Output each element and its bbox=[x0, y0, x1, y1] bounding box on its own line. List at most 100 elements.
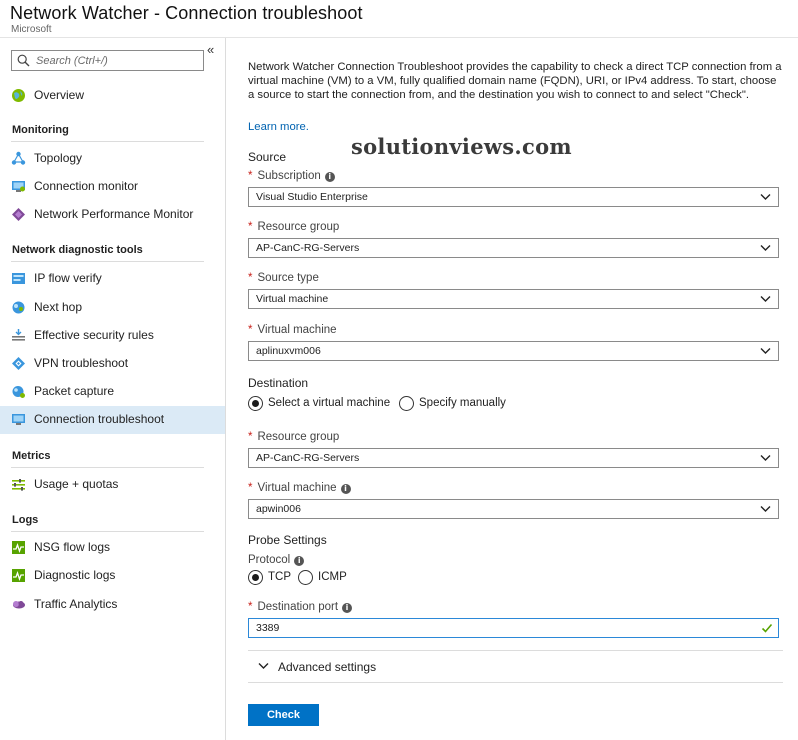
chevron-down-icon bbox=[760, 455, 771, 461]
sidebar-item-label: Next hop bbox=[34, 300, 83, 314]
required-asterisk: * bbox=[248, 482, 253, 494]
page-subtitle: Microsoft bbox=[11, 24, 52, 35]
info-icon[interactable]: i bbox=[294, 556, 305, 566]
collapse-sidebar-icon[interactable]: « bbox=[207, 42, 214, 57]
dropdown-value: Virtual machine bbox=[256, 293, 329, 305]
resource-group-label: * Resource group bbox=[248, 221, 340, 233]
advanced-settings-toggle[interactable]: Advanced settings bbox=[248, 650, 783, 683]
chevron-down-icon bbox=[760, 348, 771, 354]
radio-specify-manually[interactable]: Specify manually bbox=[399, 395, 514, 413]
check-button[interactable]: Check bbox=[248, 704, 319, 726]
sidebar-item-label: Effective security rules bbox=[34, 328, 154, 342]
advanced-settings-label: Advanced settings bbox=[278, 660, 377, 674]
required-asterisk: * bbox=[248, 324, 253, 336]
diamond-icon bbox=[12, 208, 25, 221]
destination-virtual-machine-label: * Virtual machine i bbox=[248, 482, 351, 494]
blade-header: Network Watcher - Connection troubleshoo… bbox=[0, 0, 798, 38]
page-title: Network Watcher - Connection troubleshoo… bbox=[10, 3, 363, 23]
info-icon[interactable]: i bbox=[340, 484, 351, 494]
destination-resource-group-dropdown[interactable]: AP-CanC-RG-Servers bbox=[248, 448, 779, 468]
sidebar-item-ip-flow-verify[interactable]: IP flow verify bbox=[0, 265, 225, 293]
source-type-dropdown[interactable]: Virtual machine bbox=[248, 289, 779, 309]
radio-label: Select a virtual machine bbox=[268, 397, 391, 409]
sidebar-item-label: Usage + quotas bbox=[34, 477, 119, 491]
section-title-network-diagnostic-tools: Network diagnostic tools bbox=[12, 244, 143, 256]
nsg-logs-icon bbox=[12, 541, 25, 554]
sidebar-item-packet-capture[interactable]: Packet capture bbox=[0, 378, 225, 406]
section-divider bbox=[11, 261, 204, 262]
radio-label: Specify manually bbox=[419, 397, 506, 409]
chevron-down-icon bbox=[760, 194, 771, 200]
section-divider bbox=[11, 531, 204, 532]
sidebar-item-overview[interactable]: Overview bbox=[0, 82, 225, 110]
packet-capture-icon bbox=[12, 386, 25, 398]
search-box[interactable] bbox=[11, 50, 204, 71]
radio-indicator bbox=[399, 396, 414, 411]
chevron-down-icon bbox=[760, 296, 771, 302]
sidebar-item-effective-security-rules[interactable]: Effective security rules bbox=[0, 322, 225, 350]
radio-label: ICMP bbox=[318, 571, 347, 583]
radio-label: TCP bbox=[268, 571, 291, 583]
section-title-metrics: Metrics bbox=[12, 450, 51, 462]
usage-icon bbox=[12, 479, 25, 491]
sidebar-item-label: Overview bbox=[34, 88, 85, 102]
source-virtual-machine-label: * Virtual machine bbox=[248, 324, 337, 336]
sidebar-item-label: IP flow verify bbox=[34, 271, 102, 285]
destination-port-input[interactable] bbox=[256, 622, 736, 634]
destination-resource-group-label: * Resource group bbox=[248, 431, 340, 443]
chevron-down-icon bbox=[760, 245, 771, 251]
source-resource-group-dropdown[interactable]: AP-CanC-RG-Servers bbox=[248, 238, 779, 258]
monitor-icon bbox=[12, 181, 25, 192]
source-virtual-machine-dropdown[interactable]: aplinuxvm006 bbox=[248, 341, 779, 361]
chevron-down-icon bbox=[258, 663, 269, 669]
required-asterisk: * bbox=[248, 431, 253, 443]
connection-troubleshoot-icon bbox=[12, 414, 25, 425]
sidebar-item-topology[interactable]: Topology bbox=[0, 145, 225, 173]
destination-port-label: * Destination port i bbox=[248, 601, 353, 613]
radio-indicator bbox=[248, 396, 263, 411]
topology-icon bbox=[11, 151, 26, 165]
sidebar-item-diagnostic-logs[interactable]: Diagnostic logs bbox=[0, 562, 225, 590]
sidebar-item-connection-troubleshoot[interactable]: Connection troubleshoot bbox=[0, 406, 225, 434]
main-content: Network Watcher Connection Troubleshoot … bbox=[227, 38, 798, 740]
sidebar-item-label: Traffic Analytics bbox=[34, 597, 118, 611]
sidebar-item-label: VPN troubleshoot bbox=[34, 356, 129, 370]
ip-flow-icon bbox=[12, 273, 25, 284]
checkmark-icon bbox=[761, 623, 773, 633]
sidebar-item-usage-quotas[interactable]: Usage + quotas bbox=[0, 471, 225, 499]
security-rules-icon bbox=[12, 329, 25, 341]
subscription-dropdown[interactable]: Visual Studio Enterprise bbox=[248, 187, 779, 207]
section-divider bbox=[11, 467, 204, 468]
sidebar-item-traffic-analytics[interactable]: Traffic Analytics bbox=[0, 591, 225, 619]
radio-indicator bbox=[248, 570, 263, 585]
info-icon[interactable]: i bbox=[342, 603, 353, 613]
section-title-logs: Logs bbox=[12, 514, 39, 526]
search-input[interactable] bbox=[36, 53, 200, 68]
dropdown-value: AP-CanC-RG-Servers bbox=[256, 242, 360, 254]
sidebar: « Overview Monitoring Topology bbox=[0, 38, 226, 740]
destination-port-field[interactable] bbox=[248, 618, 779, 638]
source-type-label: * Source type bbox=[248, 272, 319, 284]
next-hop-icon bbox=[12, 301, 25, 314]
sidebar-item-label: Topology bbox=[34, 151, 83, 165]
radio-indicator bbox=[298, 570, 313, 585]
sidebar-item-label: Connection monitor bbox=[34, 179, 139, 193]
learn-more-link[interactable]: Learn more. bbox=[248, 121, 309, 133]
radio-select-virtual-machine[interactable]: Select a virtual machine bbox=[248, 395, 393, 413]
destination-virtual-machine-dropdown[interactable]: apwin006 bbox=[248, 499, 779, 519]
sidebar-item-connection-monitor[interactable]: Connection monitor bbox=[0, 173, 225, 201]
info-icon[interactable]: i bbox=[324, 172, 335, 182]
description-text: Network Watcher Connection Troubleshoot … bbox=[248, 61, 782, 101]
sidebar-item-nsg-flow-logs[interactable]: NSG flow logs bbox=[0, 534, 225, 562]
sidebar-item-next-hop[interactable]: Next hop bbox=[0, 294, 225, 322]
required-asterisk: * bbox=[248, 272, 253, 284]
vpn-icon bbox=[12, 357, 25, 370]
sidebar-item-vpn-troubleshoot[interactable]: VPN troubleshoot bbox=[0, 350, 225, 378]
diagnostic-logs-icon bbox=[12, 569, 25, 582]
radio-protocol-icmp[interactable]: ICMP bbox=[298, 569, 353, 587]
dropdown-value: AP-CanC-RG-Servers bbox=[256, 452, 360, 464]
sidebar-item-network-performance-monitor[interactable]: Network Performance Monitor bbox=[0, 201, 225, 229]
radio-protocol-tcp[interactable]: TCP bbox=[248, 569, 293, 587]
sidebar-item-label: Packet capture bbox=[34, 384, 115, 398]
search-icon bbox=[17, 54, 30, 67]
